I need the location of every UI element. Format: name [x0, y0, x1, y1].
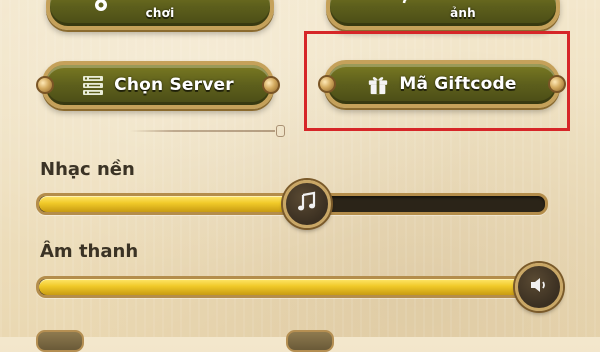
music-slider-fill: [39, 196, 308, 212]
sound-slider-handle[interactable]: [515, 263, 563, 311]
choose-server-button[interactable]: Chọn Server: [36, 61, 280, 109]
top-left-button-label: chơi: [145, 6, 175, 20]
button-cap-left: [36, 76, 54, 94]
bottom-left-stub: [36, 330, 84, 352]
server-list-icon: [82, 74, 104, 96]
gear-icon: [90, 0, 112, 16]
top-right-button-label: ảnh: [450, 6, 476, 20]
top-right-button[interactable]: ảnh: [326, 0, 560, 30]
top-left-button[interactable]: chơi: [46, 0, 274, 30]
music-slider[interactable]: [36, 180, 548, 228]
section-divider: [130, 125, 285, 137]
giftcode-button[interactable]: Mã Giftcode: [318, 60, 566, 108]
sound-slider-fill: [39, 279, 545, 295]
sound-slider[interactable]: [36, 263, 563, 311]
button-cap-right: [548, 75, 566, 93]
giftcode-label: Mã Giftcode: [399, 74, 517, 94]
refresh-icon: [400, 0, 422, 14]
music-note-icon: [296, 191, 318, 217]
choose-server-label: Chọn Server: [114, 75, 234, 95]
button-cap-right: [262, 76, 280, 94]
bottom-middle-stub: [286, 330, 334, 352]
speaker-icon: [528, 274, 550, 300]
sound-label: Âm thanh: [40, 241, 139, 262]
gift-icon: [367, 73, 389, 95]
music-label: Nhạc nền: [40, 159, 135, 180]
button-cap-left: [318, 75, 336, 93]
music-slider-handle[interactable]: [283, 180, 332, 228]
